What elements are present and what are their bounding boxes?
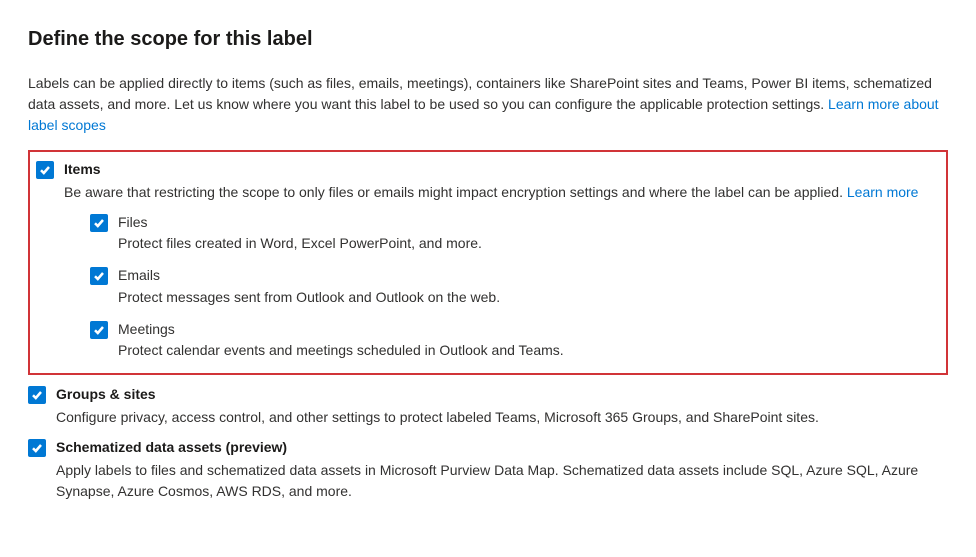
page-heading: Define the scope for this label	[28, 28, 948, 51]
check-icon	[93, 217, 105, 229]
sub-meetings-desc: Protect calendar events and meetings sch…	[118, 340, 940, 361]
items-highlight-box: Items Be aware that restricting the scop…	[28, 150, 948, 375]
checkbox-meetings[interactable]	[90, 321, 108, 339]
sub-emails-title: Emails	[118, 266, 940, 286]
scope-items-desc: Be aware that restricting the scope to o…	[64, 182, 940, 203]
intro-paragraph: Labels can be applied directly to items …	[28, 73, 948, 136]
scope-schematized-desc: Apply labels to files and schematized da…	[56, 460, 948, 502]
checkbox-files[interactable]	[90, 214, 108, 232]
check-icon	[93, 324, 105, 336]
scope-items: Items Be aware that restricting the scop…	[36, 160, 940, 361]
sub-files-title: Files	[118, 213, 940, 233]
check-icon	[31, 389, 43, 401]
sub-files-desc: Protect files created in Word, Excel Pow…	[118, 233, 940, 254]
check-icon	[93, 270, 105, 282]
sub-item-files: Files Protect files created in Word, Exc…	[90, 213, 940, 255]
checkbox-emails[interactable]	[90, 267, 108, 285]
check-icon	[31, 442, 43, 454]
checkbox-schematized[interactable]	[28, 439, 46, 457]
learn-more-items-link[interactable]: Learn more	[847, 184, 919, 200]
scope-groups-desc: Configure privacy, access control, and o…	[56, 407, 948, 428]
scope-schematized: Schematized data assets (preview) Apply …	[28, 438, 948, 502]
scope-groups-sites: Groups & sites Configure privacy, access…	[28, 385, 948, 428]
scope-schematized-title: Schematized data assets (preview)	[56, 438, 948, 458]
scope-items-title: Items	[64, 160, 940, 180]
sub-item-meetings: Meetings Protect calendar events and mee…	[90, 320, 940, 362]
scope-groups-title: Groups & sites	[56, 385, 948, 405]
check-icon	[39, 164, 51, 176]
checkbox-items[interactable]	[36, 161, 54, 179]
checkbox-groups-sites[interactable]	[28, 386, 46, 404]
sub-item-emails: Emails Protect messages sent from Outloo…	[90, 266, 940, 308]
intro-text: Labels can be applied directly to items …	[28, 75, 932, 112]
sub-emails-desc: Protect messages sent from Outlook and O…	[118, 287, 940, 308]
sub-meetings-title: Meetings	[118, 320, 940, 340]
